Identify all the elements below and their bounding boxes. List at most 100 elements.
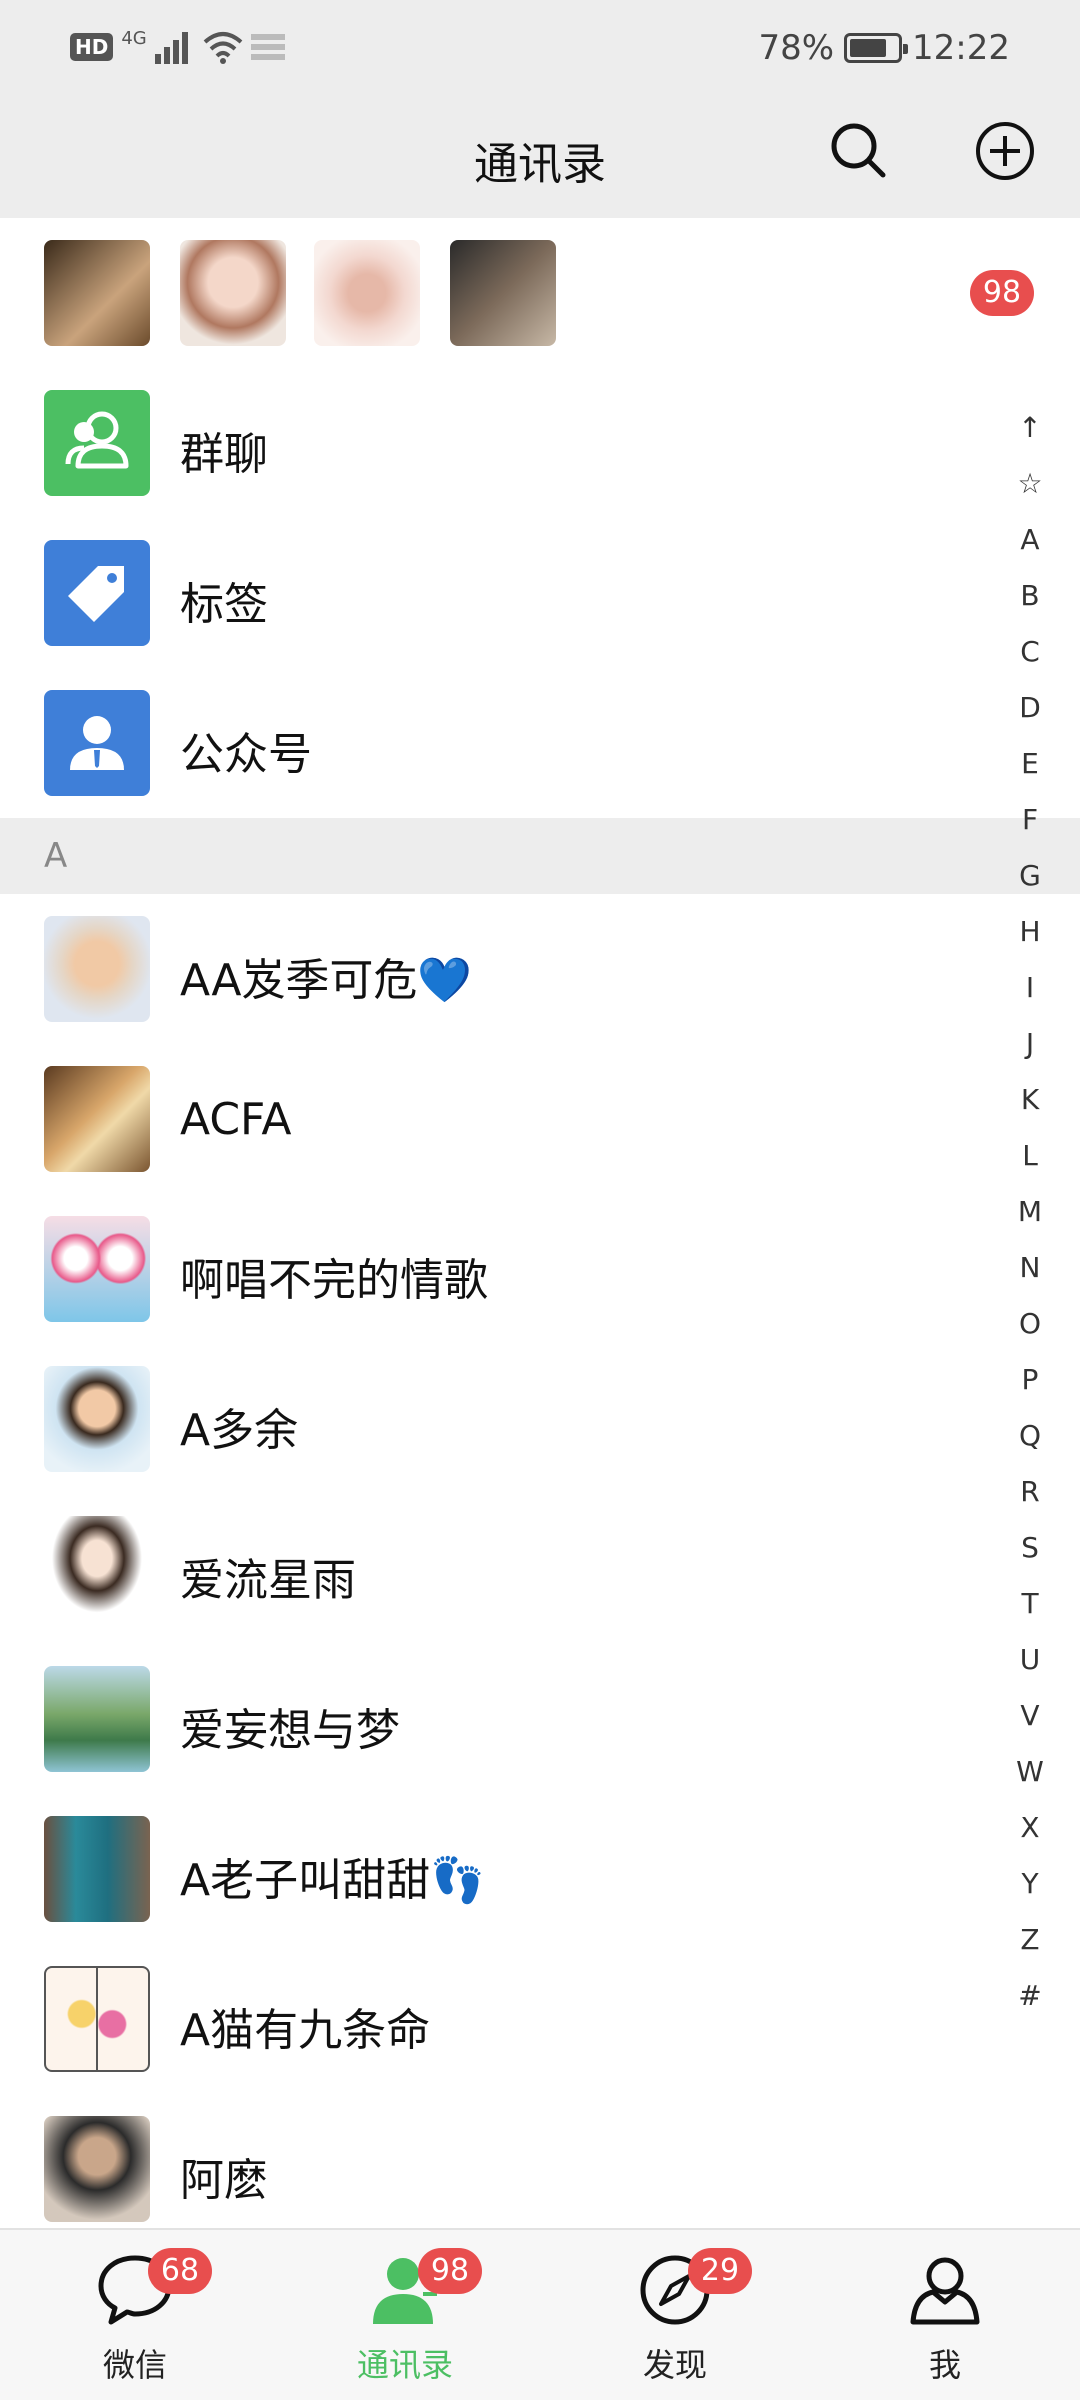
alphabet-index-item[interactable]: V bbox=[990, 1688, 1070, 1744]
bottom-tab-bar: 68 微信 98 通讯录 29 发现 我 bbox=[0, 2228, 1080, 2400]
alphabet-index-item[interactable]: P bbox=[990, 1352, 1070, 1408]
contact-row[interactable]: AA岌季可危💙 bbox=[0, 894, 1030, 1044]
alphabet-index-item[interactable]: I bbox=[990, 960, 1070, 1016]
tab-me[interactable]: 我 bbox=[810, 2230, 1080, 2400]
tag-icon bbox=[44, 540, 150, 646]
person-icon bbox=[910, 2257, 980, 2325]
alphabet-index-item[interactable]: B bbox=[990, 568, 1070, 624]
alphabet-index-item[interactable]: D bbox=[990, 680, 1070, 736]
battery-icon bbox=[844, 33, 909, 63]
contact-name: A多余 bbox=[180, 1405, 299, 1456]
signal-icon bbox=[154, 32, 188, 64]
contact-name: 啊唱不完的情歌 bbox=[180, 1255, 488, 1306]
avatar bbox=[180, 240, 286, 346]
avatar bbox=[44, 240, 150, 346]
alphabet-index-item[interactable]: H bbox=[990, 904, 1070, 960]
avatar bbox=[44, 1816, 150, 1922]
alphabet-index-item[interactable]: W bbox=[990, 1744, 1070, 1800]
contact-row[interactable]: ACFA bbox=[0, 1044, 1030, 1194]
alphabet-index-item[interactable]: Q bbox=[990, 1408, 1070, 1464]
alphabet-index-item[interactable]: C bbox=[990, 624, 1070, 680]
new-friends-badge: 98 bbox=[970, 270, 1034, 316]
page-title: 通讯录 bbox=[474, 139, 606, 190]
alphabet-index-item[interactable]: R bbox=[990, 1464, 1070, 1520]
tab-label: 发现 bbox=[642, 2346, 707, 2384]
alphabet-index-item[interactable]: X bbox=[990, 1800, 1070, 1856]
avatar bbox=[44, 916, 150, 1022]
alphabet-index-item[interactable]: S bbox=[990, 1520, 1070, 1576]
contact-row[interactable]: 阿麽 bbox=[0, 2094, 1030, 2244]
alphabet-index-item[interactable]: O bbox=[990, 1296, 1070, 1352]
new-friends-row[interactable]: 98 bbox=[0, 218, 1080, 368]
alphabet-index-item[interactable]: N bbox=[990, 1240, 1070, 1296]
alphabet-index-item[interactable]: T bbox=[990, 1576, 1070, 1632]
alphabet-index-item[interactable]: ☆ bbox=[990, 456, 1070, 512]
alphabet-index-item[interactable]: E bbox=[990, 736, 1070, 792]
group-chat-row[interactable]: 群聊 bbox=[0, 368, 1030, 518]
avatar bbox=[314, 240, 420, 346]
avatar bbox=[450, 240, 556, 346]
avatar bbox=[44, 2116, 150, 2222]
section-header: A bbox=[0, 818, 1080, 894]
alphabet-index-item[interactable]: K bbox=[990, 1072, 1070, 1128]
tab-contacts[interactable]: 98 通讯录 bbox=[270, 2230, 540, 2400]
nav-bar: 通讯录 bbox=[0, 100, 1080, 218]
status-right: 78% 12:22 bbox=[758, 28, 1010, 68]
alphabet-index-item[interactable]: F bbox=[990, 792, 1070, 848]
battery-level bbox=[850, 39, 886, 57]
official-accounts-row[interactable]: 公众号 bbox=[0, 668, 1030, 818]
alphabet-index-item[interactable]: L bbox=[990, 1128, 1070, 1184]
avatar bbox=[44, 1516, 150, 1622]
contacts-badge: 98 bbox=[418, 2248, 482, 2294]
contact-name: A老子叫甜甜👣 bbox=[180, 1855, 485, 1906]
contact-name: 阿麽 bbox=[180, 2155, 268, 2206]
alphabet-index-item[interactable]: Z bbox=[990, 1912, 1070, 1968]
contact-name: AA岌季可危💙 bbox=[180, 955, 473, 1006]
alphabet-index-item[interactable]: Y bbox=[990, 1856, 1070, 1912]
contact-name: 爱妄想与梦 bbox=[180, 1705, 400, 1756]
avatar bbox=[44, 1366, 150, 1472]
section-letter: A bbox=[44, 836, 68, 876]
official-account-icon bbox=[44, 690, 150, 796]
wifi-icon bbox=[203, 32, 243, 64]
contact-row[interactable]: A猫有九条命 bbox=[0, 1944, 1030, 2094]
tags-row[interactable]: 标签 bbox=[0, 518, 1030, 668]
avatar bbox=[44, 1966, 150, 2072]
official-accounts-label: 公众号 bbox=[180, 729, 312, 780]
network-type: 4G bbox=[121, 27, 147, 49]
tab-label: 我 bbox=[928, 2346, 961, 2384]
alphabet-index-item[interactable]: U bbox=[990, 1632, 1070, 1688]
tab-chats[interactable]: 68 微信 bbox=[0, 2230, 270, 2400]
alphabet-index[interactable]: ↑ ☆ A B C D E F G H I J K L M N O P Q R S T U V W X Y Z # bbox=[990, 400, 1070, 2024]
status-bar: HD 4G 78% 12:22 bbox=[0, 0, 1080, 100]
contact-row[interactable]: A多余 bbox=[0, 1344, 1030, 1494]
tab-discover[interactable]: 29 发现 bbox=[540, 2230, 810, 2400]
contact-name: ACFA bbox=[180, 1094, 292, 1145]
discover-badge: 29 bbox=[688, 2248, 752, 2294]
alphabet-index-item[interactable]: A bbox=[990, 512, 1070, 568]
battery-percent: 78% bbox=[758, 28, 835, 68]
group-chat-label: 群聊 bbox=[180, 429, 268, 480]
clock: 12:22 bbox=[912, 28, 1010, 68]
alphabet-index-item[interactable]: G bbox=[990, 848, 1070, 904]
hd-indicator: HD bbox=[70, 33, 114, 61]
alphabet-index-item[interactable]: J bbox=[990, 1016, 1070, 1072]
hotspot-icon bbox=[250, 34, 285, 60]
search-icon[interactable] bbox=[828, 120, 888, 180]
alphabet-index-item[interactable]: M bbox=[990, 1184, 1070, 1240]
contact-row[interactable]: 啊唱不完的情歌 bbox=[0, 1194, 1030, 1344]
contact-name: A猫有九条命 bbox=[180, 2005, 431, 2056]
contact-row[interactable]: 爱妄想与梦 bbox=[0, 1644, 1030, 1794]
chats-badge: 68 bbox=[148, 2248, 212, 2294]
contact-name: 爱流星雨 bbox=[180, 1555, 356, 1606]
avatar bbox=[44, 1216, 150, 1322]
alphabet-index-item[interactable]: # bbox=[990, 1968, 1070, 2024]
tags-label: 标签 bbox=[180, 579, 268, 630]
contact-row[interactable]: A老子叫甜甜👣 bbox=[0, 1794, 1030, 1944]
add-icon[interactable] bbox=[974, 120, 1036, 182]
tab-label: 微信 bbox=[102, 2346, 167, 2384]
tab-label: 通讯录 bbox=[356, 2346, 453, 2384]
alphabet-index-item[interactable]: ↑ bbox=[990, 400, 1070, 456]
contact-row[interactable]: 爱流星雨 bbox=[0, 1494, 1030, 1644]
avatar bbox=[44, 1666, 150, 1772]
